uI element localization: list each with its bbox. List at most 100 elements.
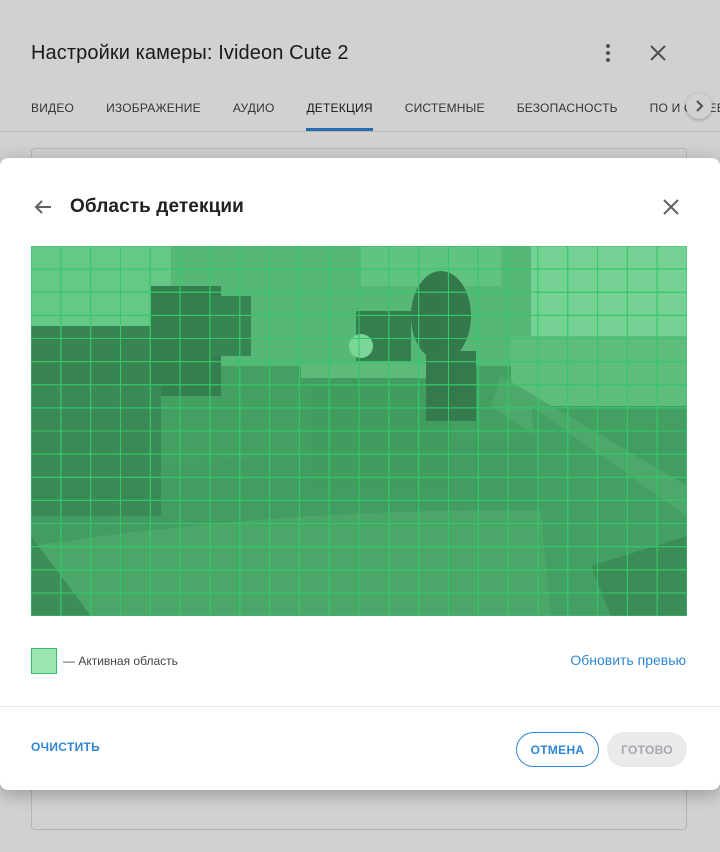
grid-cell[interactable] [507,268,539,293]
grid-cell[interactable] [567,246,599,270]
grid-cell[interactable] [567,384,599,409]
grid-cell[interactable] [149,291,181,316]
grid-cell[interactable] [507,546,539,571]
grid-cell[interactable] [358,430,390,455]
grid-cell[interactable] [477,453,509,478]
grid-cell[interactable] [60,546,92,571]
grid-cell[interactable] [298,476,330,501]
grid-cell[interactable] [239,246,271,270]
grid-cell[interactable] [358,314,390,340]
grid-cell[interactable] [597,338,628,363]
grid-cell[interactable] [567,314,599,340]
grid-cell[interactable] [447,246,479,270]
grid-cell[interactable] [447,592,479,616]
grid-cell[interactable] [269,361,300,386]
grid-cell[interactable] [31,361,62,386]
grid-cell[interactable] [358,592,390,616]
grid-cell[interactable] [119,523,151,548]
grid-cell[interactable] [626,430,658,455]
grid-cell[interactable] [537,453,569,478]
grid-cell[interactable] [328,246,360,270]
grid-cell[interactable] [567,430,599,455]
grid-cell[interactable] [90,499,121,525]
grid-cell[interactable] [447,523,479,548]
grid-cell[interactable] [537,338,569,363]
grid-cell[interactable] [298,592,330,616]
grid-cell[interactable] [626,384,658,409]
grid-cell[interactable] [209,268,241,293]
grid-cell[interactable] [447,361,479,386]
grid-cell[interactable] [239,523,271,548]
grid-cell[interactable] [119,476,151,501]
grid-cell[interactable] [597,268,628,293]
grid-cell[interactable] [567,546,599,571]
grid-cell[interactable] [567,338,599,363]
grid-cell[interactable] [537,546,569,571]
grid-cell[interactable] [328,430,360,455]
grid-cell[interactable] [388,476,420,501]
grid-cell[interactable] [269,268,300,293]
grid-cell[interactable] [239,569,271,594]
grid-cell[interactable] [239,453,271,478]
grid-cell[interactable] [537,476,569,501]
grid-cell[interactable] [597,384,628,409]
grid-cell[interactable] [119,291,151,316]
grid-cell[interactable] [298,384,330,409]
grid-cell[interactable] [507,361,539,386]
detection-grid-preview[interactable] [31,246,687,616]
grid-cell[interactable] [656,268,687,293]
grid-cell[interactable] [507,314,539,340]
grid-cell[interactable] [537,430,569,455]
grid-cell[interactable] [149,499,181,525]
grid-cell[interactable] [209,314,241,340]
grid-cell[interactable] [567,569,599,594]
grid-cell[interactable] [477,291,509,316]
done-button[interactable]: ГОТОВО [607,732,687,767]
grid-cell[interactable] [90,384,121,409]
grid-cell[interactable] [388,430,420,455]
grid-cell[interactable] [418,338,449,363]
grid-cell[interactable] [358,523,390,548]
grid-cell[interactable] [119,546,151,571]
grid-cell[interactable] [477,546,509,571]
grid-cell[interactable] [179,499,211,525]
grid-cell[interactable] [656,291,687,316]
grid-cell[interactable] [656,361,687,386]
grid-cell[interactable] [477,361,509,386]
grid-cell[interactable] [149,569,181,594]
grid-cell[interactable] [447,476,479,501]
grid-cell[interactable] [209,246,241,270]
grid-cell[interactable] [90,407,121,432]
grid-cell[interactable] [477,314,509,340]
grid-cell[interactable] [597,499,628,525]
grid-cell[interactable] [626,592,658,616]
close-icon[interactable] [659,195,683,219]
grid-cell[interactable] [537,407,569,432]
grid-cell[interactable] [239,314,271,340]
grid-cell[interactable] [388,592,420,616]
grid-cell[interactable] [537,268,569,293]
grid-cell[interactable] [477,246,509,270]
grid-cell[interactable] [149,361,181,386]
grid-cell[interactable] [298,453,330,478]
grid-cell[interactable] [626,453,658,478]
grid-cell[interactable] [328,268,360,293]
grid-cell[interactable] [209,407,241,432]
grid-cell[interactable] [418,523,449,548]
grid-cell[interactable] [179,523,211,548]
grid-cell[interactable] [388,407,420,432]
grid-cell[interactable] [656,569,687,594]
grid-cell[interactable] [269,476,300,501]
grid-cell[interactable] [656,430,687,455]
grid-cell[interactable] [209,476,241,501]
grid-cell[interactable] [328,291,360,316]
grid-cell[interactable] [239,499,271,525]
grid-cell[interactable] [388,499,420,525]
grid-cell[interactable] [269,546,300,571]
grid-cell[interactable] [328,546,360,571]
grid-cell[interactable] [90,592,121,616]
grid-cell[interactable] [90,291,121,316]
grid-cell[interactable] [60,268,92,293]
grid-cell[interactable] [179,291,211,316]
grid-cell[interactable] [358,361,390,386]
